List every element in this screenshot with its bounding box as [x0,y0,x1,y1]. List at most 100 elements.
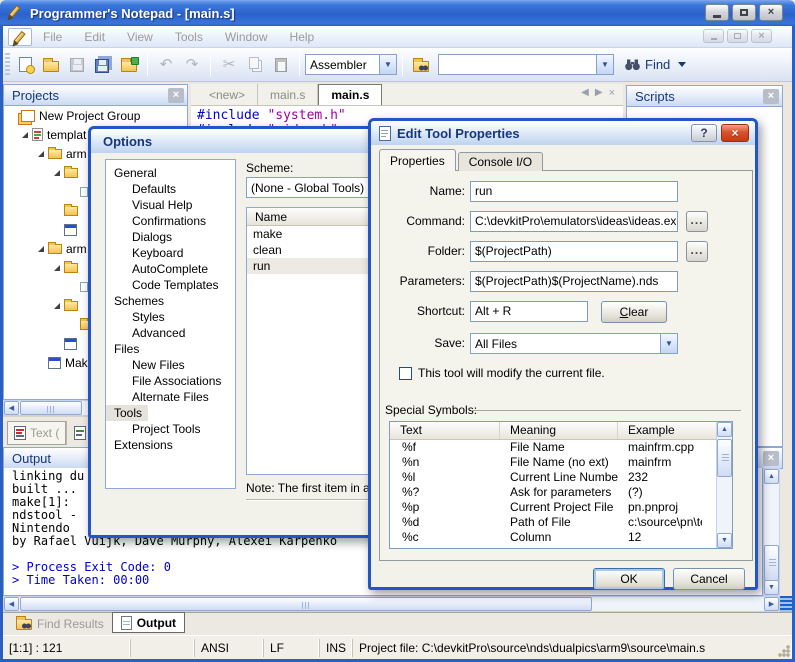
options-category-item[interactable]: Extensions [106,437,235,453]
mdi-restore-icon[interactable] [727,29,748,43]
scroll-left-icon[interactable]: ◀ [4,597,19,611]
scrollbar-thumb[interactable] [764,545,779,581]
symbols-table-row[interactable]: %p Current Project File pn.pnproj [390,500,732,515]
symbols-table-scrollbar[interactable]: ▲ ▼ [716,422,732,548]
find-results-tab[interactable]: Find Results [8,613,112,634]
menu-item[interactable]: Tools [166,28,212,46]
help-button[interactable]: ? [691,124,717,142]
save-combo[interactable]: All Files ▼ [470,333,678,354]
command-field[interactable]: C:\devkitPro\emulators\ideas\ideas.exe [470,211,678,232]
edit-dialog-titlebar[interactable]: Edit Tool Properties ? × [371,121,755,145]
symbols-table-row[interactable]: %n File Name (no ext) mainfrm [390,455,732,470]
find-in-files-button[interactable] [408,53,434,77]
options-category-item[interactable]: Defaults [106,181,235,197]
folder-field[interactable]: $(ProjectPath) [470,241,678,262]
clear-button[interactable]: Clear [601,301,667,323]
options-category-item[interactable]: AutoComplete [106,261,235,277]
tab-console-io[interactable]: Console I/O [458,152,543,171]
scheme-combo[interactable]: Assembler ▼ [305,54,397,75]
undo-button[interactable]: ↶ [153,53,179,77]
symbols-table-row[interactable]: %c Column 12 [390,530,732,545]
options-category-item[interactable]: Styles [106,309,235,325]
options-category-item[interactable]: Confirmations [106,213,235,229]
menu-item[interactable]: Help [281,28,324,46]
scroll-up-icon[interactable]: ▲ [717,422,732,437]
minimize-button[interactable] [705,4,729,21]
tree-expander-icon[interactable] [54,303,60,309]
editor-tab-mains-1[interactable]: main.s [258,84,318,105]
menu-item[interactable]: Edit [75,28,114,46]
scrollbar-thumb[interactable] [717,439,732,477]
find-dropdown-icon[interactable] [678,62,686,67]
save-button[interactable] [64,53,90,77]
editor-tab-mains-active[interactable]: main.s [318,84,382,105]
save-combo-dropdown-icon[interactable]: ▼ [660,334,677,353]
tab-scroll-right-icon[interactable]: ▶ [595,87,603,99]
symbols-table-row[interactable]: %l Current Line Number 232 [390,470,732,485]
options-category-item[interactable]: Keyboard [106,245,235,261]
editor-tab-new[interactable]: <new> [197,84,258,105]
tab-close-icon[interactable]: × [609,87,615,99]
open-file-button[interactable] [38,53,64,77]
scroll-right-icon[interactable]: ▶ [764,597,779,611]
scroll-down-icon[interactable]: ▼ [764,580,779,595]
modify-file-checkbox[interactable] [399,367,412,380]
scroll-up-icon[interactable]: ▲ [764,469,779,484]
options-category-item[interactable]: Files [106,341,235,357]
command-browse-button[interactable]: ... [686,211,708,232]
parameters-field[interactable]: $(ProjectPath)$(ProjectName).nds [470,271,678,292]
tree-expander-icon[interactable] [54,170,60,176]
project-tree-item[interactable]: New Project Group [4,106,187,125]
menu-item[interactable]: File [34,28,71,46]
text-clips-tab[interactable]: Text ( [7,421,66,445]
options-category-item[interactable]: New Files [106,357,235,373]
options-category-item[interactable]: General [106,165,235,181]
maximize-button[interactable] [732,4,756,21]
tree-expander-icon[interactable] [22,132,28,138]
cancel-button[interactable]: Cancel [673,568,745,590]
symbols-table-row[interactable]: %d Path of File c:\source\pn\test\ [390,515,732,530]
search-combo-dropdown-icon[interactable]: ▼ [596,55,613,74]
tree-expander-icon[interactable] [38,246,44,252]
document-system-icon[interactable] [8,28,32,46]
output-horizontal-scrollbar[interactable]: ◀ ▶ [3,596,780,612]
ok-button[interactable]: OK [593,568,665,590]
save-all-button[interactable] [90,53,116,77]
options-category-item[interactable]: Code Templates [106,277,235,293]
scrollbar-thumb[interactable] [20,401,82,415]
symbols-table-row[interactable]: %f File Name mainfrm.cpp [390,440,732,455]
options-category-item[interactable]: Visual Help [106,197,235,213]
scroll-left-icon[interactable]: ◀ [4,401,19,415]
tree-expander-icon[interactable] [54,265,60,271]
dock-resize-grip[interactable] [780,596,792,612]
find-button[interactable]: Find [645,57,670,72]
redo-button[interactable]: ↷ [179,53,205,77]
new-file-button[interactable] [12,53,38,77]
options-category-item[interactable]: Alternate Files [106,389,235,405]
options-category-item[interactable]: Project Tools [106,421,235,437]
shortcut-field[interactable]: Alt + R [470,301,588,322]
tree-expander-icon[interactable] [38,151,44,157]
paste-button[interactable] [268,53,294,77]
close-button[interactable]: × [759,4,783,21]
options-category-item[interactable]: Dialogs [106,229,235,245]
mdi-minimize-icon[interactable] [703,29,724,43]
options-category-item[interactable]: Advanced [106,325,235,341]
output-close-icon[interactable]: × [763,451,779,466]
tab-scroll-left-icon[interactable]: ◀ [581,87,589,99]
tab-properties[interactable]: Properties [379,149,456,171]
cut-button[interactable]: ✂ [216,53,242,77]
scrollbar-thumb[interactable] [20,597,592,611]
options-category-item[interactable]: Schemes [106,293,235,309]
options-category-item[interactable]: Tools [106,405,148,421]
options-category-item[interactable]: File Associations [106,373,235,389]
output-tab[interactable]: Output [112,612,185,633]
scheme-combo-dropdown-icon[interactable]: ▼ [379,55,396,74]
search-combo[interactable]: ▼ [438,54,614,75]
open-project-button[interactable] [116,53,142,77]
folder-browse-button[interactable]: ... [686,241,708,262]
output-vertical-scrollbar[interactable]: ▲ ▼ [763,468,780,596]
menu-item[interactable]: View [118,28,162,46]
resize-grip[interactable] [778,645,790,657]
copy-button[interactable] [242,53,268,77]
